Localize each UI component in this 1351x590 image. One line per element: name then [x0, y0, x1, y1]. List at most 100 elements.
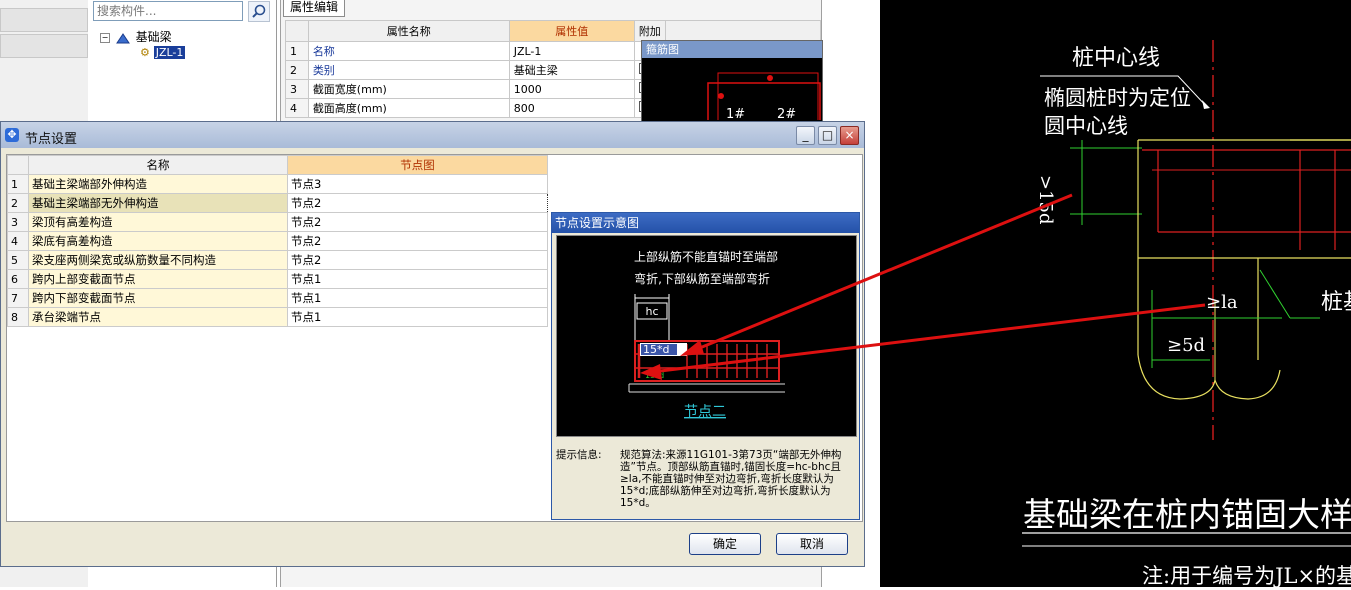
preview-hc-label: hc: [645, 305, 658, 318]
node-value[interactable]: 节点1: [287, 269, 548, 289]
property-name: 名称: [307, 41, 510, 61]
cad-label-15d: >15d: [1035, 175, 1056, 225]
left-panel-strip[interactable]: [0, 34, 88, 58]
row-index: 5: [7, 250, 29, 270]
node-preview-canvas: 上部纵筋不能直锚时至端部 弯折,下部纵筋至端部弯折 hc 15*d 15*d 节…: [556, 235, 857, 437]
column-header-name: 名称: [28, 155, 288, 175]
node-value[interactable]: 节点2: [287, 212, 548, 232]
property-name: 类别: [307, 60, 510, 80]
preview-15d-bottom: 15*d: [645, 371, 664, 380]
node-settings-dialog: ✥ 节点设置 _ □ × 名称 节点图 1 基础主梁端部外伸构造 节点3 2 基…: [0, 121, 865, 567]
table-row[interactable]: 8 承台梁端节点 节点1: [7, 307, 548, 327]
beam-folder-icon: [115, 32, 130, 44]
property-value[interactable]: 基础主梁: [508, 60, 635, 80]
column-header-node-diagram: 节点图: [287, 155, 548, 175]
node-name: 基础主梁端部无外伸构造: [28, 193, 288, 213]
node-value[interactable]: 节点3: [287, 174, 548, 194]
property-value[interactable]: JZL-1: [508, 41, 635, 61]
hint-text: 规范算法:来源11G101-3第73页“端部无外伸构造”节点。顶部纵筋直锚时,锚…: [620, 449, 842, 509]
node-preview-title: 节点设置示意图: [552, 213, 859, 233]
row-index: 4: [285, 98, 309, 118]
row-index: 3: [7, 212, 29, 232]
stirrup-diagram: 1# 2#: [707, 72, 821, 124]
search-button[interactable]: [248, 1, 270, 22]
hint-label: 提示信息:: [556, 449, 602, 461]
search-input[interactable]: 搜索构件...: [93, 1, 243, 21]
stirrup-label-2: 2#: [777, 107, 796, 120]
row-index: 1: [285, 41, 309, 61]
dialog-title: 节点设置: [25, 132, 78, 147]
row-index: 7: [7, 288, 29, 308]
column-header-value: 属性值: [508, 20, 635, 42]
cad-title: 基础梁在桩内锚固大样一: [1023, 495, 1351, 534]
stirrup-preview-title: 箍筋图: [642, 41, 822, 58]
table-row[interactable]: 2 基础主梁端部无外伸构造 节点2: [7, 193, 548, 213]
row-index: 8: [7, 307, 29, 327]
table-row[interactable]: 1 基础主梁端部外伸构造 节点3: [7, 174, 548, 194]
cad-note: 注:用于编号为JL×的基础梁: [1142, 564, 1351, 588]
table-row[interactable]: 7 跨内下部变截面节点 节点1: [7, 288, 548, 308]
cad-label-pile-center: 桩中心线: [1072, 46, 1161, 71]
minimize-button[interactable]: _: [796, 126, 815, 145]
tree-child-label: JZL-1: [153, 46, 186, 59]
node-name: 梁底有高差构造: [28, 231, 288, 251]
preview-15d-top: 15*d: [643, 343, 669, 356]
node-value[interactable]: 节点2: [287, 250, 548, 270]
cad-label-la: ≥la: [1206, 292, 1238, 313]
row-index: 4: [7, 231, 29, 251]
dialog-titlebar[interactable]: ✥ 节点设置 _ □ ×: [1, 122, 864, 148]
cad-label-pile-base: 桩基: [1321, 290, 1351, 315]
tree-node-jzl-1[interactable]: ⚙ JZL-1: [140, 45, 186, 59]
preview-line-2: 弯折,下部纵筋至端部弯折: [634, 271, 770, 286]
row-index: 6: [7, 269, 29, 289]
maximize-button[interactable]: □: [818, 126, 837, 145]
node-name: 基础主梁端部外伸构造: [28, 174, 288, 194]
ok-button[interactable]: 确定: [689, 533, 761, 555]
row-index: 3: [285, 79, 309, 99]
corner-cell: [7, 155, 29, 175]
node-name: 梁支座两侧梁宽或纵筋数量不同构造: [28, 250, 288, 270]
dialog-app-icon: ✥: [5, 128, 19, 142]
node-diagram: 上部纵筋不能直锚时至端部 弯折,下部纵筋至端部弯折 hc 15*d 15*d 节…: [628, 249, 785, 420]
table-row[interactable]: 5 梁支座两侧梁宽或纵筋数量不同构造 节点2: [7, 250, 548, 270]
row-index: 1: [7, 174, 29, 194]
cad-drawing-area[interactable]: 桩中心线 椭圆桩时为定位 圆中心线 >15d ≥la ≥5d 桩基 基础梁在桩内…: [880, 0, 1351, 588]
table-row[interactable]: 4 梁底有高差构造 节点2: [7, 231, 548, 251]
column-header-blank: [664, 20, 822, 42]
node-name: 跨内下部变截面节点: [28, 288, 288, 308]
column-header-name: 属性名称: [307, 20, 510, 42]
tree-root-label: 基础梁: [135, 30, 172, 44]
node-name: 梁顶有高差构造: [28, 212, 288, 232]
row-index: 2: [7, 193, 29, 213]
node-value[interactable]: 节点1: [287, 307, 548, 327]
collapse-icon[interactable]: −: [100, 32, 110, 43]
tab-property-edit[interactable]: 属性编辑: [283, 0, 346, 17]
stirrup-label-1: 1#: [726, 107, 745, 120]
close-button[interactable]: ×: [840, 126, 859, 145]
gear-icon: ⚙: [140, 46, 150, 59]
column-header-extra: 附加: [633, 20, 666, 42]
node-name: 跨内上部变截面节点: [28, 269, 288, 289]
row-index: 2: [285, 60, 309, 80]
node-value[interactable]: 节点1: [287, 288, 548, 308]
cad-label-5d: ≥5d: [1167, 335, 1206, 356]
cad-label-ellipse-2: 圆中心线: [1044, 114, 1128, 138]
preview-line-1: 上部纵筋不能直锚时至端部: [634, 249, 778, 264]
property-value[interactable]: 800: [508, 98, 635, 118]
table-row[interactable]: 3 梁顶有高差构造 节点2: [7, 212, 548, 232]
node-two-link[interactable]: 节点二: [684, 404, 726, 420]
left-panel-strip[interactable]: [0, 8, 88, 32]
node-value[interactable]: 节点2: [287, 231, 548, 251]
corner-cell: [285, 20, 309, 42]
node-table: 名称 节点图 1 基础主梁端部外伸构造 节点3 2 基础主梁端部无外伸构造 节点…: [7, 155, 548, 327]
tree-node-foundation-beam[interactable]: − 基础梁: [100, 28, 172, 45]
node-value[interactable]: 节点2: [287, 193, 548, 213]
cad-label-ellipse-1: 椭圆桩时为定位: [1044, 86, 1191, 110]
property-value[interactable]: 1000: [508, 79, 635, 99]
table-row[interactable]: 6 跨内上部变截面节点 节点1: [7, 269, 548, 289]
search-icon: [252, 4, 266, 18]
node-preview-panel: 节点设置示意图 上部纵筋不能直锚时至端部 弯折,下部纵筋至端部弯折 hc 15*…: [551, 212, 860, 520]
property-name: 截面高度(mm): [307, 98, 510, 118]
cancel-button[interactable]: 取消: [776, 533, 848, 555]
property-name: 截面宽度(mm): [307, 79, 510, 99]
